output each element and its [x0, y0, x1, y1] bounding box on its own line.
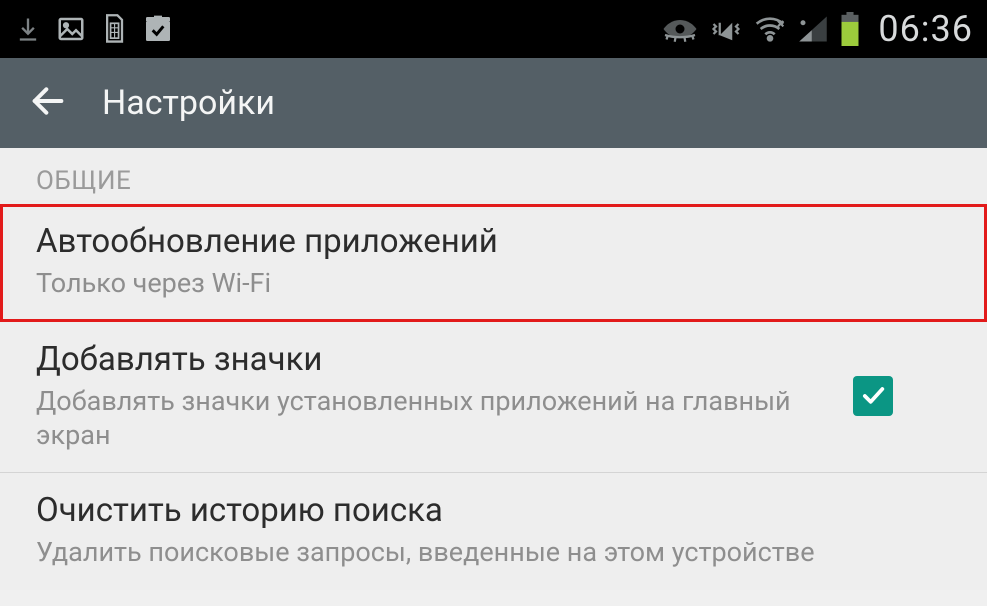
- store-check-icon: [142, 13, 174, 45]
- setting-title: Добавлять значки: [36, 340, 823, 379]
- image-icon: [56, 14, 86, 44]
- status-right: 06:36: [662, 8, 973, 50]
- section-header-general: ОБЩИЕ: [0, 148, 987, 204]
- checkbox-add-icons[interactable]: [853, 376, 893, 416]
- clock-time: 06:36: [878, 8, 973, 50]
- setting-clear-search-history[interactable]: Очистить историю поиска Удалить поисковы…: [0, 473, 987, 590]
- sim-icon: [100, 13, 128, 45]
- setting-subtitle: Только через Wi-Fi: [36, 267, 951, 301]
- battery-icon: [840, 12, 860, 46]
- setting-title: Очистить историю поиска: [36, 491, 951, 530]
- vibrate-icon: [710, 14, 742, 44]
- settings-list: ОБЩИЕ Автообновление приложений Только ч…: [0, 148, 987, 590]
- setting-auto-update[interactable]: Автообновление приложений Только через W…: [0, 204, 987, 322]
- status-bar: 06:36: [0, 0, 987, 58]
- wifi-icon: [754, 15, 786, 43]
- header-bar: Настройки: [0, 58, 987, 148]
- signal-icon: [798, 15, 828, 43]
- status-left: [14, 13, 174, 45]
- setting-title: Автообновление приложений: [36, 222, 951, 261]
- setting-subtitle: Добавлять значки установленных приложени…: [36, 385, 823, 453]
- download-icon: [14, 15, 42, 43]
- setting-subtitle: Удалить поисковые запросы, введенные на …: [36, 536, 951, 570]
- eye-off-icon: [662, 15, 698, 43]
- back-arrow-icon[interactable]: [28, 81, 68, 125]
- setting-add-icons[interactable]: Добавлять значки Добавлять значки устано…: [0, 322, 987, 474]
- page-title: Настройки: [102, 83, 275, 123]
